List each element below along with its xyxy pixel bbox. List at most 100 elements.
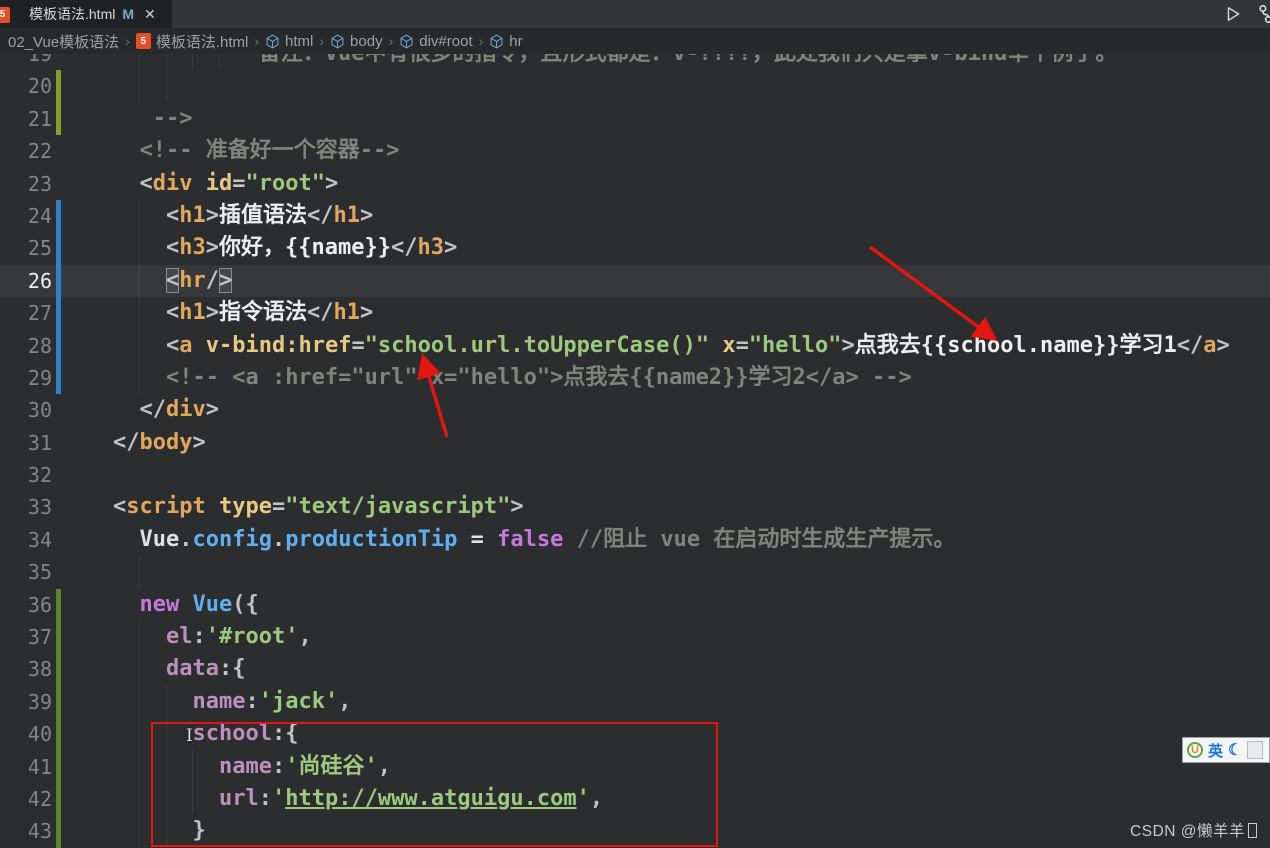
code-token: :{ [218, 656, 246, 682]
code-line-42[interactable]: 42 url:'http://www.atguigu.com', [0, 782, 1270, 816]
indent-guide [139, 199, 141, 233]
code-line-35[interactable]: 35 [0, 556, 1270, 589]
code-token: > [218, 267, 233, 293]
code-line-28[interactable]: 28 <a v-bind:href="school.url.toUpperCas… [0, 329, 1270, 362]
code-token: h3 [417, 235, 444, 261]
code-token: > [841, 332, 855, 358]
code-text: <h1>插值语法</h1> [61, 199, 1270, 233]
code-token: > [205, 235, 219, 261]
code-line-32[interactable]: 32 [0, 459, 1270, 491]
code-token: 'jack' [258, 688, 339, 714]
code-token: div [152, 170, 193, 196]
code-token: . [179, 526, 193, 552]
chevron-right-icon: › [319, 33, 325, 49]
breadcrumb-label: 模板语法.html [155, 33, 249, 51]
code-line-22[interactable]: 22 <!-- 准备好一个容器--> [0, 135, 1270, 167]
code-token: > [324, 170, 339, 196]
line-number: 37 [27, 625, 52, 650]
line-number: 36 [27, 592, 52, 617]
breadcrumb-item[interactable]: hr [489, 32, 523, 50]
source-control-graph-icon[interactable] [1256, 3, 1270, 25]
breadcrumb-label: hr [509, 32, 523, 50]
code-token: http://www.atguigu.com [285, 785, 577, 811]
code-token: < [113, 494, 127, 520]
chevron-right-icon: › [478, 33, 484, 49]
code-line-27[interactable]: 27 <h1>指令语法</h1> [0, 297, 1270, 330]
code-token: Vue [139, 526, 180, 552]
code-line-38[interactable]: 38 data:{ [0, 653, 1270, 686]
code-token: h1 [179, 300, 206, 326]
code-token: > [205, 300, 219, 326]
code-line-34[interactable]: 34 Vue.config.productionTip = false //阻止… [0, 524, 1270, 556]
line-number: 34 [27, 527, 52, 552]
code-token: '#root' [205, 624, 299, 650]
code-token: v-bind:href [205, 332, 352, 358]
code-line-21[interactable]: 21 --> [0, 102, 1270, 136]
line-number: 26 [27, 268, 52, 293]
code-text: <!-- 准备好一个容器--> [61, 135, 1270, 167]
indent-guide [139, 329, 141, 362]
code-line-26[interactable]: 26 <hr/> [0, 264, 1270, 298]
code-text: <h1>指令语法</h1> [61, 297, 1270, 330]
code-token: //阻止 vue 在启动时生成生产提示。 [576, 526, 956, 552]
close-icon[interactable]: ✕ [144, 6, 156, 23]
code-token: , [377, 753, 391, 779]
breadcrumb-item[interactable]: div#root [399, 33, 473, 50]
code-text: <script type="text/javascript"> [61, 491, 1270, 523]
code-line-19[interactable]: 19 备注：Vue中有很多的指令，且形式都是：v-????，此处我们只是拿v-b… [0, 54, 1270, 71]
code-text: } [61, 815, 1270, 848]
indent-guide [192, 782, 194, 816]
moon-icon[interactable]: ☾ [1228, 740, 1242, 760]
breadcrumb-item[interactable]: 5 模板语法.html [135, 31, 249, 52]
ime-extra-button[interactable] [1247, 741, 1264, 759]
ime-language-mode[interactable]: 英 [1208, 740, 1223, 761]
indent-guide [165, 54, 167, 71]
code-text [61, 70, 1270, 103]
breadcrumb-item[interactable]: body [330, 33, 383, 50]
ime-toolbar[interactable]: U 英 ☾ [1182, 737, 1270, 763]
code-token: > [510, 494, 524, 520]
code-text: 备注：Vue中有很多的指令，且形式都是：v-????，此处我们只是拿v-bind… [61, 54, 1270, 71]
code-text: name:'jack', [61, 685, 1270, 719]
code-line-39[interactable]: 39 name:'jack', [0, 685, 1270, 719]
breadcrumb-item[interactable]: html [265, 33, 313, 50]
code-token: '尚硅谷' [285, 753, 378, 779]
code-line-24[interactable]: 24 <h1>插值语法</h1> [0, 199, 1270, 233]
code-text: <a v-bind:href="school.url.toUpperCase()… [61, 329, 1270, 362]
code-line-23[interactable]: 23 <div id="root"> [0, 168, 1270, 200]
code-line-30[interactable]: 30 </div> [0, 394, 1270, 426]
code-token: > [1216, 332, 1230, 358]
code-text: </body> [61, 427, 1270, 459]
code-token: 备注：Vue中有很多的指令，且形式都是：v-????，此处我们只是拿v-bind… [259, 54, 1118, 66]
code-line-20[interactable]: 20 [0, 70, 1270, 103]
breadcrumb-item[interactable]: 02_Vue模板语法 [8, 31, 119, 52]
code-token: < [165, 332, 180, 358]
code-text: el:'#root', [61, 621, 1270, 654]
code-token: name [218, 753, 272, 779]
code-token: a [1203, 332, 1217, 358]
code-line-43[interactable]: 43 } [0, 815, 1270, 848]
code-token: : [245, 688, 259, 714]
line-number: 33 [27, 495, 52, 520]
run-button-icon[interactable] [1224, 5, 1242, 23]
code-line-41[interactable]: 41 name:'尚硅谷', [0, 750, 1270, 783]
code-token: > [443, 235, 458, 261]
tab-template-syntax[interactable]: 5 模板语法.html M ✕ [0, 0, 172, 28]
code-text [61, 556, 1270, 589]
ime-logo-icon: U [1187, 742, 1203, 758]
editor-actions [1224, 0, 1270, 28]
code-line-37[interactable]: 37 el:'#root', [0, 621, 1270, 654]
code-line-33[interactable]: 33 <script type="text/javascript"> [0, 491, 1270, 523]
code-line-36[interactable]: 36 new Vue({ [0, 588, 1270, 622]
code-line-31[interactable]: 31 </body> [0, 427, 1270, 459]
code-line-29[interactable]: 29 <!-- <a :href="url" x="hello">点我去{{na… [0, 361, 1270, 395]
indent-guide [139, 54, 141, 71]
line-number: 38 [27, 657, 52, 682]
chevron-right-icon: › [125, 33, 130, 49]
code-token: h1 [333, 300, 361, 326]
code-token: ' [271, 785, 286, 811]
indent-guide [192, 54, 194, 71]
code-line-25[interactable]: 25 <h3>你好，{{name}}</h3> [0, 232, 1270, 265]
